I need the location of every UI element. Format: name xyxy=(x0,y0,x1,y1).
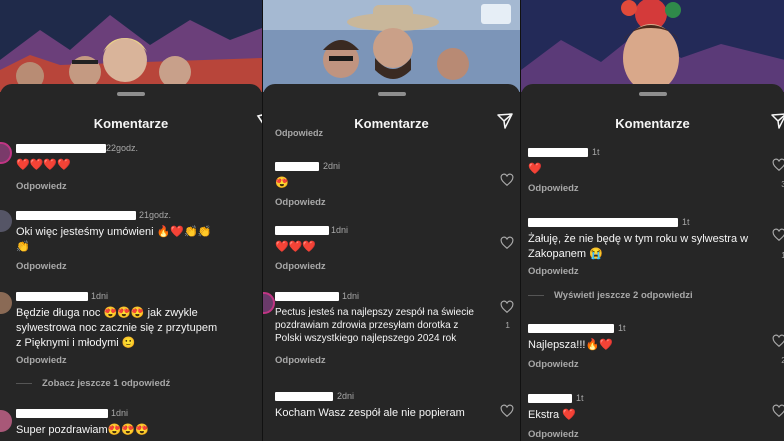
like-heart-icon[interactable] xyxy=(500,236,514,250)
comments-sheet: Komentarze 1t ❤️ Odpowiedz 3 1t Żałuję, … xyxy=(521,84,784,441)
comments-panel-3: Komentarze 1t ❤️ Odpowiedz 3 1t Żałuję, … xyxy=(520,0,784,441)
comments-sheet: Komentarze 22godz. ❤️❤️❤️❤️ Odpowiedz 21… xyxy=(0,84,262,441)
reply-button[interactable]: Odpowiedz xyxy=(275,197,480,208)
divider xyxy=(528,295,544,296)
comment-text: Kocham Wasz zespół ale nie popieram xyxy=(275,407,465,419)
sheet-title: Komentarze xyxy=(615,116,690,131)
like-heart-icon[interactable] xyxy=(500,173,514,187)
comment-item: 1t Żałuję, że nie będę w tym roku w sylw… xyxy=(528,216,754,277)
comment-text: 😍 xyxy=(275,177,289,189)
redacted-username xyxy=(16,408,108,418)
like-count: 1 xyxy=(505,320,510,330)
redacted-username xyxy=(528,393,572,403)
sheet-title: Komentarze xyxy=(93,116,169,131)
comment-item: 1dni Super pozdrawiam😍😍😍 xyxy=(16,407,222,438)
comment-time: 2dni xyxy=(337,391,355,401)
comment-time: 2dni xyxy=(323,161,341,171)
comment-item: 1dni Będzie długa noc 😍😍😍 jak zwykle syl… xyxy=(16,290,222,366)
comment-item: 1t Ekstra ❤️ Odpowiedz xyxy=(528,392,744,440)
redacted-username xyxy=(275,291,339,301)
drag-handle[interactable] xyxy=(377,92,406,96)
avatar[interactable] xyxy=(263,292,275,314)
comment-time: 1dni xyxy=(91,291,109,301)
reply-button[interactable]: Odpowiedz xyxy=(528,359,744,370)
comment-time: 1dni xyxy=(331,225,349,235)
like-heart-icon[interactable] xyxy=(500,404,514,418)
redacted-username xyxy=(275,225,329,235)
reply-button[interactable]: Odpowiedz xyxy=(528,183,744,194)
comments-sheet: Komentarze Odpowiedz 2dni 😍 Odpowiedz 1d… xyxy=(263,84,520,441)
comment-item: 1t ❤️ Odpowiedz xyxy=(528,146,744,194)
reply-button[interactable]: Odpowiedz xyxy=(528,429,744,440)
comment-item: 1dni Pectus jesteś na najlepszy zespół n… xyxy=(275,290,486,366)
reply-button[interactable]: Odpowiedz xyxy=(16,261,222,272)
divider xyxy=(16,383,32,384)
avatar[interactable] xyxy=(0,410,12,432)
share-icon[interactable] xyxy=(496,112,514,130)
comments-panel-1: Komentarze 22godz. ❤️❤️❤️❤️ Odpowiedz 21… xyxy=(0,0,262,441)
comment-time: 1dni xyxy=(342,291,360,301)
comment-text: Będzie długa noc 😍😍😍 jak zwykle sylwestr… xyxy=(16,307,218,349)
like-heart-icon[interactable] xyxy=(772,334,784,348)
video-banner xyxy=(263,0,520,92)
like-heart-icon[interactable] xyxy=(772,228,784,242)
like-heart-icon[interactable] xyxy=(500,300,514,314)
like-heart-icon[interactable] xyxy=(772,404,784,418)
comment-time: 1t xyxy=(576,393,584,403)
redacted-username xyxy=(528,217,678,227)
drag-handle[interactable] xyxy=(117,92,145,96)
comment-text: ❤️❤️❤️❤️ xyxy=(16,159,71,171)
redacted-username xyxy=(16,210,136,220)
like-heart-icon[interactable] xyxy=(772,158,784,172)
comment-text: Żałuję, że nie będę w tym roku w sylwest… xyxy=(528,233,749,260)
view-more-replies[interactable]: Wyświetl jeszcze 2 odpowiedzi xyxy=(528,290,693,301)
comment-text: Najlepsza!!!🔥❤️ xyxy=(528,339,613,351)
comment-text: Super pozdrawiam😍😍😍 xyxy=(16,424,149,436)
reply-button[interactable]: Odpowiedz xyxy=(528,266,754,277)
avatar[interactable] xyxy=(0,292,12,314)
redacted-username xyxy=(528,147,588,157)
comment-text: Pectus jesteś na najlepszy zespół na świ… xyxy=(275,307,474,344)
avatar[interactable] xyxy=(0,142,12,164)
comment-time: 22godz. xyxy=(106,143,139,153)
video-banner xyxy=(0,0,262,92)
comment-item: 1t Najlepsza!!!🔥❤️ Odpowiedz xyxy=(528,322,744,370)
comment-item: 22godz. ❤️❤️❤️❤️ Odpowiedz xyxy=(16,142,222,192)
reply-button[interactable]: Odpowiedz xyxy=(275,261,480,272)
avatar[interactable] xyxy=(0,210,12,232)
reply-button[interactable]: Odpowiedz xyxy=(275,355,486,366)
redacted-username xyxy=(275,161,319,171)
redacted-username xyxy=(16,143,106,153)
redacted-username xyxy=(275,391,333,401)
share-icon[interactable] xyxy=(770,112,784,130)
comments-panel-2: Komentarze Odpowiedz 2dni 😍 Odpowiedz 1d… xyxy=(262,0,520,441)
reply-button[interactable]: Odpowiedz xyxy=(16,181,222,192)
view-more-replies[interactable]: Zobacz jeszcze 1 odpowiedź xyxy=(16,378,170,389)
view-more-replies-label: Zobacz jeszcze 1 odpowiedź xyxy=(42,378,171,389)
partial-reply-button[interactable]: Odpowiedz xyxy=(275,128,323,138)
video-banner xyxy=(521,0,784,92)
comment-item: 21godz. Oki więc jesteśmy umówieni 🔥❤️👏👏… xyxy=(16,209,222,272)
comment-time: 1t xyxy=(618,323,626,333)
comment-item: 1dni ❤️❤️❤️ Odpowiedz xyxy=(275,224,480,272)
comment-item: 2dni Kocham Wasz zespół ale nie popieram xyxy=(275,390,480,421)
comment-item: 2dni 😍 Odpowiedz xyxy=(275,160,480,208)
comment-text: ❤️❤️❤️ xyxy=(275,241,317,253)
comment-text: ❤️ xyxy=(528,163,542,175)
comment-text: Oki więc jesteśmy umówieni 🔥❤️👏👏👏 xyxy=(16,226,212,253)
comment-time: 1dni xyxy=(111,408,129,418)
comment-time: 1t xyxy=(592,147,600,157)
reply-button[interactable]: Odpowiedz xyxy=(16,355,222,366)
redacted-username xyxy=(16,291,88,301)
view-more-replies-label: Wyświetl jeszcze 2 odpowiedzi xyxy=(554,290,693,301)
drag-handle[interactable] xyxy=(638,92,667,96)
comment-time: 1t xyxy=(682,217,690,227)
comment-time: 21godz. xyxy=(139,210,172,220)
comment-text: Ekstra ❤️ xyxy=(528,409,576,421)
redacted-username xyxy=(528,323,614,333)
